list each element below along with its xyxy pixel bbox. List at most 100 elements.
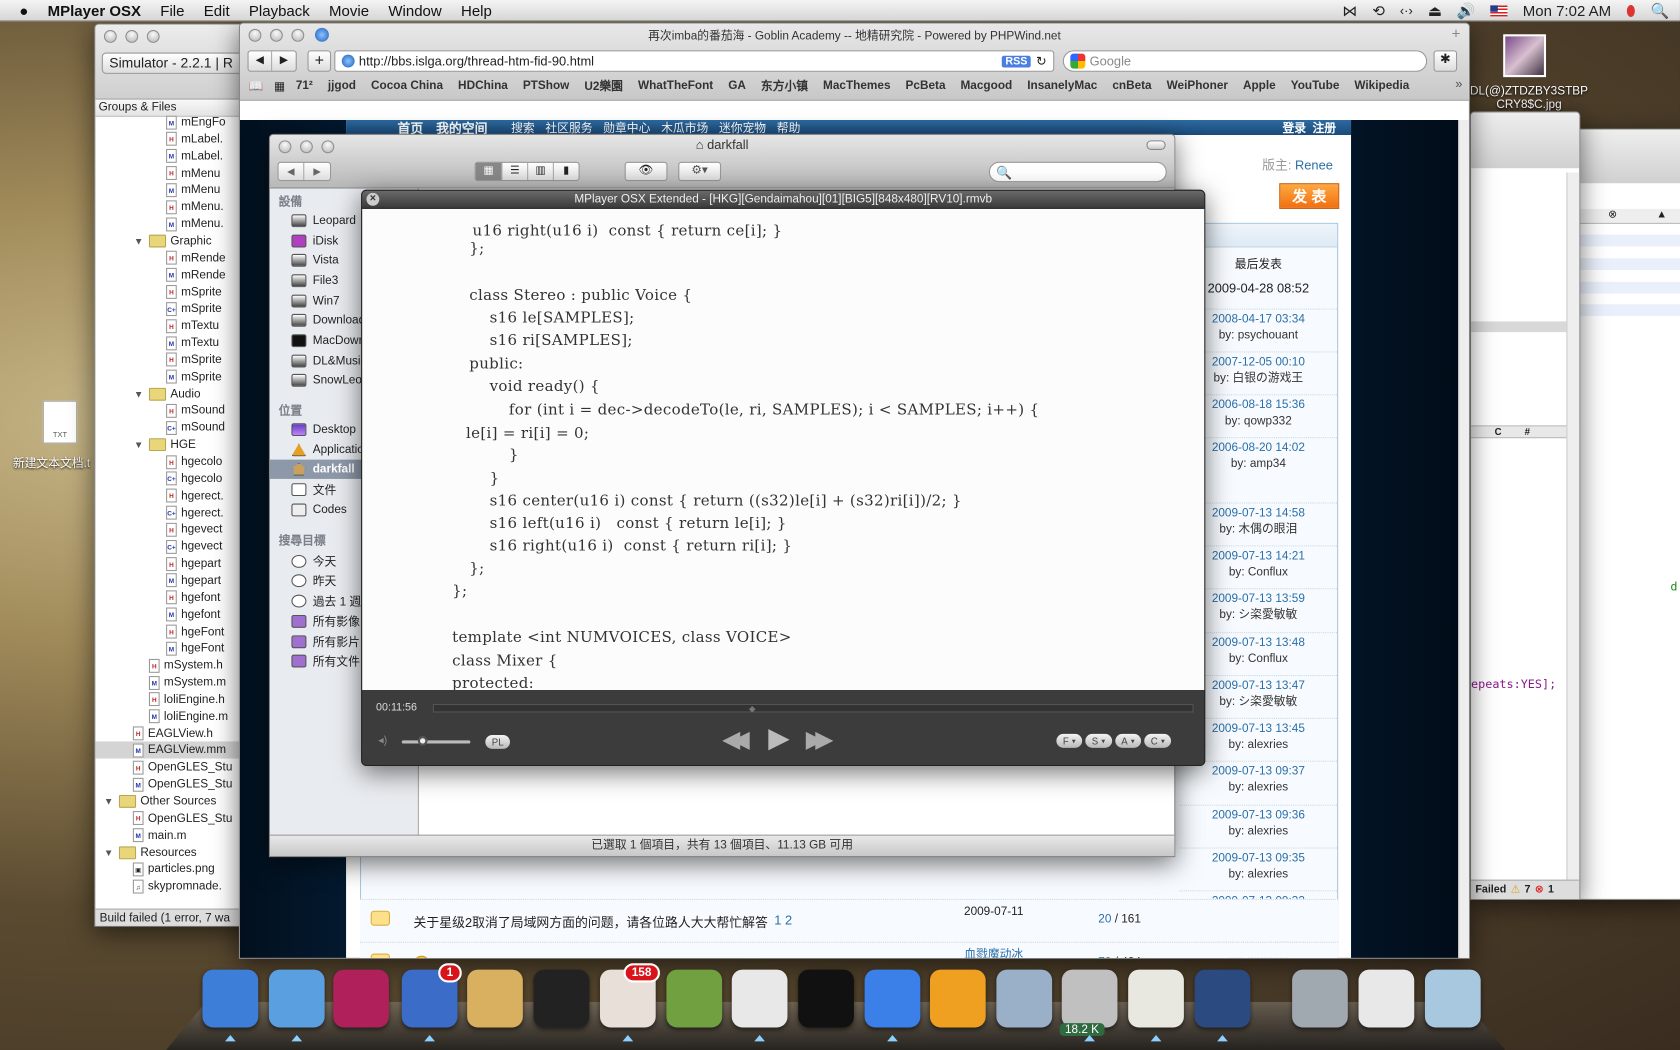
menu-edit[interactable]: Edit xyxy=(194,2,239,19)
sync-arrows-icon[interactable]: ‹·› xyxy=(1400,3,1413,18)
action-gear-button[interactable]: ⚙▾ xyxy=(678,161,722,182)
dock-folder-icon[interactable] xyxy=(1358,969,1415,1028)
tree-file[interactable]: C+ mSprite xyxy=(166,300,222,317)
disclosure-triangle-icon[interactable]: ▼ xyxy=(134,388,145,399)
toolbar-toggle-button[interactable] xyxy=(1146,140,1166,150)
tree-file[interactable]: MmRende xyxy=(166,266,226,283)
desktop-txt-file[interactable]: TXT xyxy=(42,400,78,444)
eject-icon[interactable]: ⏏ xyxy=(1428,2,1442,20)
dock-quicktime-icon[interactable] xyxy=(996,969,1053,1028)
quick-look-button[interactable]: 👁 xyxy=(624,161,668,182)
tree-file[interactable]: MmEngFo xyxy=(166,114,226,131)
seek-thumb[interactable]: ◆ xyxy=(749,704,756,714)
thread-row[interactable]: 关于星级2取消了局域网方面的问题，请各位路人大大帮忙解答 1 2 2009-07-1… xyxy=(359,898,1339,942)
tree-file[interactable]: MloliEngine.m xyxy=(148,708,228,725)
tree-file[interactable]: ▣ particles.png xyxy=(132,861,215,878)
bookmark-item[interactable]: HDChina xyxy=(458,79,508,92)
dock-finder-icon[interactable] xyxy=(202,969,259,1028)
dock-transmission-icon[interactable]: 18.2 K xyxy=(1059,969,1118,1037)
mplayer-menu-a[interactable]: A ▾ xyxy=(1114,733,1142,748)
tree-file[interactable]: HmTextu xyxy=(166,317,219,334)
forward-button[interactable]: ▶ xyxy=(272,51,296,70)
volume-thumb[interactable] xyxy=(417,736,428,746)
last-post-author[interactable]: by: alexries xyxy=(1180,867,1337,883)
thread-pages[interactable]: 1 2 3 4 xyxy=(724,956,763,958)
bookmark-item[interactable]: jjgod xyxy=(328,79,356,92)
dock-crossover-icon[interactable] xyxy=(1292,969,1348,1028)
tree-file[interactable]: MmLabel. xyxy=(166,148,223,165)
mplayer-menu-s[interactable]: S ▾ xyxy=(1085,733,1112,748)
list-view-button[interactable]: ☰ xyxy=(501,162,527,180)
finder-search-field[interactable]: 🔍 xyxy=(988,161,1167,183)
sidebar-section-header[interactable]: 搜尋目標 xyxy=(279,531,326,548)
disclosure-triangle-icon[interactable]: ▼ xyxy=(134,236,145,247)
dock-trash-icon[interactable] xyxy=(1424,969,1481,1028)
warning-count[interactable]: 7 xyxy=(1524,884,1530,896)
sidebar-section-header[interactable]: 設備 xyxy=(279,193,303,210)
tree-file[interactable]: HmMenu xyxy=(166,165,220,182)
tree-file[interactable]: H EAGLView.h xyxy=(132,725,213,742)
close-button[interactable] xyxy=(103,29,117,43)
app-menu[interactable]: MPlayer OSX xyxy=(38,2,151,19)
bookmark-item[interactable]: InsanelyMac xyxy=(1027,79,1097,92)
volume-icon[interactable]: ◂) xyxy=(378,735,387,747)
error-count[interactable]: 1 xyxy=(1548,884,1554,896)
sidebar-section-header[interactable]: 位置 xyxy=(279,402,303,419)
tree-file[interactable]: MmTextu xyxy=(166,334,219,351)
login-link[interactable]: 登录 xyxy=(1282,119,1306,136)
bookmark-item[interactable]: cnBeta xyxy=(1112,79,1151,92)
menu-window[interactable]: Window xyxy=(379,2,452,19)
dock-safari-icon[interactable] xyxy=(268,969,325,1028)
menu-file[interactable]: File xyxy=(151,2,194,19)
menu-help[interactable]: Help xyxy=(451,2,501,19)
spotlight-icon[interactable]: 🔍 xyxy=(1651,2,1670,20)
dock-itunes-icon[interactable] xyxy=(731,969,788,1028)
tree-file[interactable]: MmSprite xyxy=(166,368,222,385)
bookmark-item[interactable]: 东方小镇 xyxy=(761,77,808,94)
error-column-icon[interactable]: ⊗ xyxy=(1608,209,1617,221)
menu-movie[interactable]: Movie xyxy=(319,2,378,19)
page-scrollbar[interactable] xyxy=(1458,119,1469,958)
bookmark-item[interactable]: Apple xyxy=(1243,79,1276,92)
dock-plist-editor-icon[interactable] xyxy=(1128,969,1184,1028)
bookmark-item[interactable]: Wikipedia xyxy=(1354,79,1409,92)
last-post-author[interactable]: by: alexries xyxy=(1180,780,1337,796)
dock-quill-icon[interactable] xyxy=(333,969,389,1028)
mplayer-menu-c[interactable]: C ▾ xyxy=(1144,733,1172,748)
thread-title-link[interactable]: 好困......身体状态不好......提醒大家要注意身体哦~ xyxy=(436,956,718,958)
tree-file[interactable]: HmSprite xyxy=(166,351,222,368)
tree-file[interactable]: HmSprite xyxy=(166,283,222,300)
tree-file[interactable]: HmSystem.h xyxy=(148,657,223,674)
bookmark-item[interactable]: MacThemes xyxy=(823,79,890,92)
clock[interactable]: Mon 7:02 AM xyxy=(1523,2,1611,19)
shield-menu-icon[interactable]: ⬮ xyxy=(1626,2,1635,20)
bookmark-item[interactable]: GA xyxy=(728,79,746,92)
tree-file[interactable]: Mmain.m xyxy=(132,827,186,844)
new-tab-button[interactable]: + xyxy=(1445,25,1466,44)
tree-group[interactable]: ▼ Other Sources xyxy=(104,793,216,810)
reload-icon[interactable]: ↻ xyxy=(1036,54,1047,69)
tree-file[interactable]: HmLabel. xyxy=(166,131,223,148)
column-view-button[interactable]: ▥ xyxy=(527,162,553,180)
back-button[interactable]: ◀ xyxy=(279,162,305,180)
tree-group[interactable]: ▼ Audio xyxy=(134,385,201,402)
input-flag-icon[interactable] xyxy=(1490,4,1508,17)
bookmark-item[interactable]: U2樂園 xyxy=(584,77,623,94)
playlist-button[interactable]: PL xyxy=(485,734,511,749)
dock-photo-app-icon[interactable]: 158 xyxy=(599,963,660,1028)
bookmark-item[interactable]: YouTube xyxy=(1291,79,1340,92)
apple-menu-icon[interactable]: ● xyxy=(0,2,38,19)
volume-icon[interactable]: 🔊 xyxy=(1457,2,1476,20)
disclosure-triangle-icon[interactable]: ▼ xyxy=(134,439,145,450)
last-post-author[interactable]: by: alexries xyxy=(1180,824,1337,840)
bookmark-item[interactable]: Cocoa China xyxy=(371,79,443,92)
thread-row[interactable]: 好困......身体状态不好......提醒大家要注意身体哦~ 1 2 3 4 血戮… xyxy=(359,941,1339,958)
volume-slider[interactable] xyxy=(401,736,471,746)
menu-playback[interactable]: Playback xyxy=(239,2,319,19)
thread-title-link[interactable]: 关于星级2取消了局域网方面的问题，请各位路人大大帮忙解答 xyxy=(414,913,768,931)
google-search-field[interactable]: Google xyxy=(1062,50,1428,72)
last-post-date-link[interactable]: 2009-07-13 09:35 xyxy=(1180,851,1337,867)
video-frame[interactable]: u16 right(u16 i) const { return ce[i]; }… xyxy=(362,208,1205,690)
seek-bar[interactable]: ◆ xyxy=(432,703,1194,714)
tree-file[interactable]: HhgeFont xyxy=(166,623,224,640)
